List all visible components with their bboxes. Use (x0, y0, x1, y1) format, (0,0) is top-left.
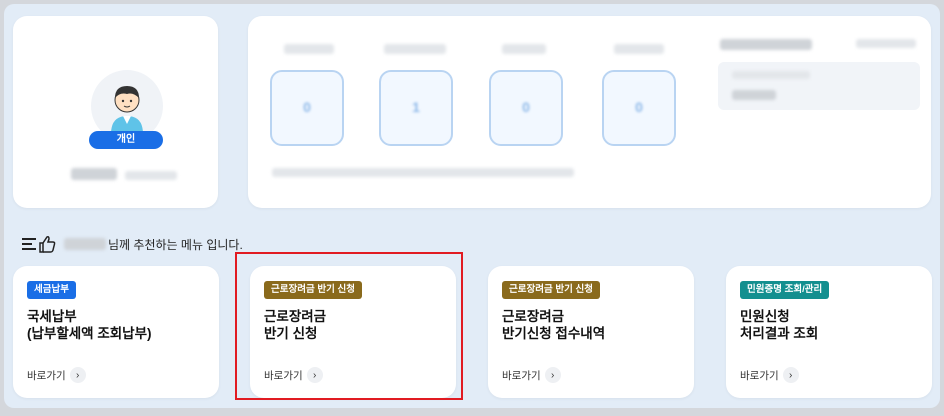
stat-box-1[interactable]: 0 (270, 70, 344, 146)
chevron-right-icon: › (544, 367, 561, 383)
menu-title: 국세납부 (납부할세액 조회납부) (27, 309, 152, 341)
person-avatar-icon (111, 86, 143, 134)
menu-badge: 세금납부 (27, 281, 76, 299)
go-link[interactable]: 바로가기 › (27, 367, 86, 383)
user-name-redacted (64, 238, 106, 250)
menu-title: 근로장려금 반기신청 접수내역 (502, 309, 606, 341)
chevron-right-icon: › (69, 367, 86, 383)
stat-label-3 (502, 44, 546, 54)
menu-card-civil-petition[interactable]: 민원증명 조회/관리 민원신청 처리결과 조회 바로가기 › (726, 266, 932, 398)
stats-card (248, 16, 931, 208)
stat-label-4 (614, 44, 664, 54)
stat-box-4[interactable]: 0 (602, 70, 676, 146)
go-link[interactable]: 바로가기 › (502, 367, 561, 383)
menu-badge: 민원증명 조회/관리 (740, 281, 830, 299)
menu-title: 민원신청 처리결과 조회 (740, 309, 819, 341)
stats-notice-redacted (272, 168, 574, 177)
side-panel-pager[interactable] (856, 39, 916, 48)
highlight-box (235, 252, 463, 400)
recommendation-heading: 님께 추천하는 메뉴 입니다. (22, 234, 243, 254)
side-panel-item[interactable] (718, 62, 920, 110)
stat-label-1 (284, 44, 334, 54)
side-panel-title-redacted (720, 39, 812, 50)
user-type-badge: 개인 (89, 131, 163, 149)
profile-name-redacted (71, 167, 178, 185)
stat-box-2[interactable]: 1 (379, 70, 453, 146)
stat-label-2 (384, 44, 446, 54)
menu-card-tax-payment[interactable]: 세금납부 국세납부 (납부할세액 조회납부) 바로가기 › (13, 266, 219, 398)
recommendation-text: 님께 추천하는 메뉴 입니다. (108, 237, 243, 252)
chevron-right-icon: › (782, 367, 799, 383)
menu-card-earned-income-history[interactable]: 근로장려금 반기 신청 근로장려금 반기신청 접수내역 바로가기 › (488, 266, 694, 398)
stat-box-3[interactable]: 0 (489, 70, 563, 146)
go-link[interactable]: 바로가기 › (740, 367, 799, 383)
list-thumbs-up-icon (22, 234, 62, 254)
profile-card: 개인 (13, 16, 218, 208)
menu-badge: 근로장려금 반기 신청 (502, 281, 600, 299)
